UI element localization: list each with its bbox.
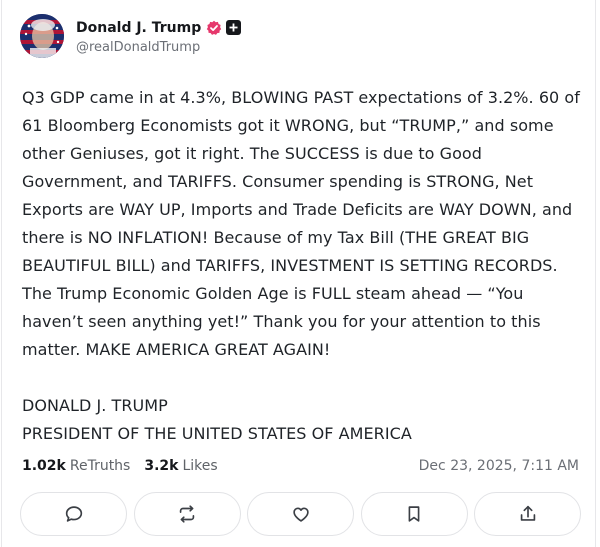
share-icon [520, 505, 535, 521]
likes-count[interactable]: 3.2k [144, 458, 178, 474]
like-button[interactable] [247, 492, 354, 536]
share-button[interactable] [474, 492, 581, 536]
handle[interactable]: @realDonaldTrump [76, 40, 241, 55]
retruths-label[interactable]: ReTruths [70, 458, 131, 474]
author-info: Donald J. Trump @realDonaldTrump [76, 18, 242, 55]
likes-label[interactable]: Likes [182, 458, 217, 474]
post-stats: 1.02k ReTruths 3.2k Likes Dec 23, 2025, … [22, 455, 579, 477]
post-header: Donald J. Trump @realDonaldTrump [20, 14, 242, 58]
display-name[interactable]: Donald J. Trump [76, 20, 201, 36]
avatar-image [20, 14, 64, 58]
post-body: Q3 GDP came in at 4.3%, BLOWING PAST exp… [22, 84, 582, 448]
post-card: Donald J. Trump @realDonaldTrump Q3 GDP [1, 0, 596, 547]
bookmark-icon [408, 506, 420, 522]
plus-badge-icon [226, 20, 242, 35]
name-row: Donald J. Trump [76, 18, 242, 38]
signature-name: DONALD J. TRUMP [22, 396, 168, 415]
like-icon [292, 507, 309, 522]
action-bar [20, 492, 581, 536]
signature-title: PRESIDENT OF THE UNITED STATES OF AMERIC… [22, 424, 412, 443]
avatar[interactable] [20, 14, 64, 58]
reply-icon [65, 506, 82, 522]
retruth-icon [179, 505, 195, 523]
post-text: Q3 GDP came in at 4.3%, BLOWING PAST exp… [22, 88, 580, 359]
bookmark-button[interactable] [360, 492, 468, 536]
timestamp[interactable]: Dec 23, 2025, 7:11 AM [419, 458, 579, 474]
signature: DONALD J. TRUMP PRESIDENT OF THE UNITED … [22, 392, 582, 448]
verified-icon [206, 20, 222, 36]
retruth-button[interactable] [133, 492, 241, 536]
retruths-count[interactable]: 1.02k [22, 458, 66, 474]
reply-button[interactable] [20, 492, 127, 536]
